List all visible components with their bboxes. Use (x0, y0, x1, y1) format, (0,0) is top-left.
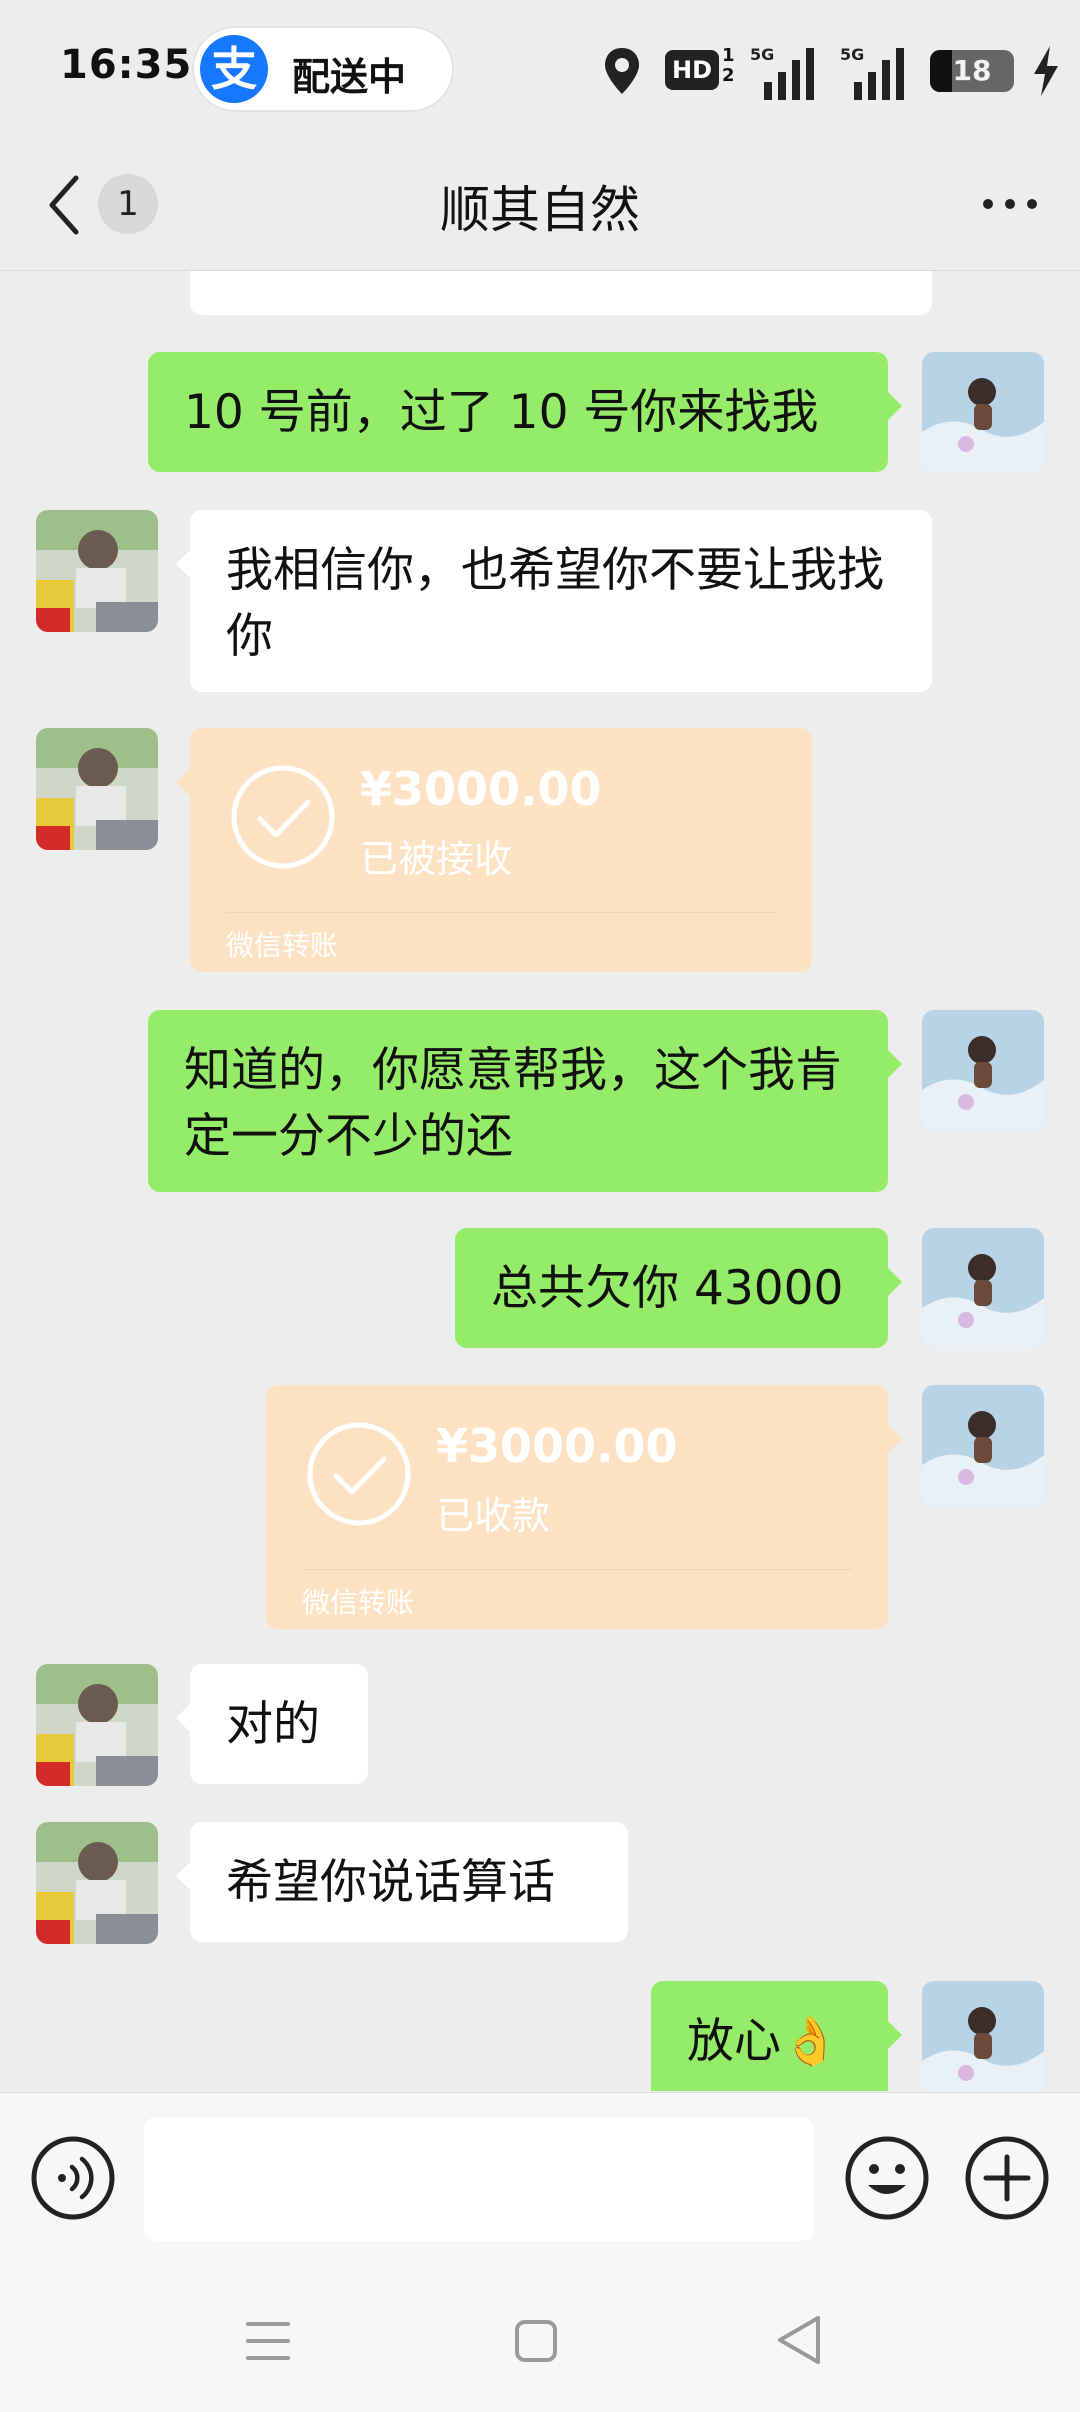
voice-icon[interactable] (30, 2135, 116, 2221)
transfer-card[interactable]: ¥3000.00 已被接收 微信转账 (176, 728, 812, 972)
message-bubble[interactable]: 找我 (190, 271, 932, 315)
my-avatar[interactable] (922, 1385, 1044, 1507)
transfer-divider (302, 1569, 852, 1570)
message-bubble[interactable]: 对的 (176, 1664, 368, 1784)
system-navigation-bar (0, 2272, 1080, 2412)
message-text: 总共欠你 43000 (491, 1261, 844, 1316)
contact-avatar[interactable] (36, 728, 158, 850)
battery-level: 18 (952, 54, 992, 87)
message-text-field[interactable] (144, 2117, 814, 2241)
chat-title: 顺其自然 (440, 181, 640, 239)
message-text: 我相信你，也希望你不要让我找你 (226, 543, 884, 664)
transfer-footer: 微信转账 (226, 929, 339, 962)
status-bar: 16:35 支 配送中 HD 1 2 5G 5G 18 (0, 0, 1080, 140)
location-icon (605, 48, 639, 94)
hd-icon: HD (665, 50, 719, 90)
message-bubble[interactable]: 我相信你，也希望你不要让我找你 (176, 510, 932, 692)
my-avatar[interactable] (922, 1228, 1044, 1350)
transfer-amount: ¥3000.00 (360, 762, 602, 816)
transfer-status: 已被接收 (360, 837, 513, 881)
message-bubble[interactable]: 放心👌 (651, 1981, 902, 2091)
signal-icon-sim1: 5G (750, 45, 814, 100)
message-text: 希望你说话算话 (226, 1855, 555, 1910)
contact-avatar[interactable] (36, 510, 158, 632)
transfer-status: 已收款 (436, 1494, 551, 1538)
delivery-status-text: 配送中 (292, 55, 407, 99)
message-text: 10 号前，过了 10 号你来找我 (184, 385, 819, 440)
message-text: 知道的，你愿意帮我，这个我肯定一分不少的还 (184, 1043, 842, 1164)
my-avatar[interactable] (922, 352, 1044, 474)
plus-icon[interactable] (964, 2135, 1050, 2221)
home-icon[interactable] (512, 2316, 560, 2366)
status-time: 16:35 (60, 42, 193, 88)
hd-sim-bottom: 2 (722, 65, 735, 86)
emoji-icon[interactable] (844, 2135, 930, 2221)
hd-sim-top: 1 (722, 45, 735, 66)
message-bubble[interactable]: 10 号前，过了 10 号你来找我 (148, 352, 902, 472)
message-bubble[interactable]: 希望你说话算话 (176, 1822, 628, 1942)
message-bubble[interactable]: 总共欠你 43000 (455, 1228, 902, 1348)
message-text: 放心👌 (687, 2014, 840, 2069)
contact-avatar[interactable] (36, 1664, 158, 1786)
svg-text:5G: 5G (750, 45, 774, 64)
chat-message-list[interactable]: 找我 10 号前，过了 10 号你来找我 我相信你，也希望你不要让我找你 (0, 271, 1080, 2091)
my-avatar[interactable] (922, 1981, 1044, 2091)
transfer-footer: 微信转账 (302, 1586, 415, 1619)
message-bubble[interactable]: 知道的，你愿意帮我，这个我肯定一分不少的还 (148, 1010, 902, 1192)
hd-sim-label: 1 2 (722, 46, 735, 86)
charging-icon (1034, 46, 1058, 96)
delivery-pill[interactable]: 支 配送中 (192, 26, 454, 112)
more-dots-icon[interactable] (980, 194, 1040, 214)
message-text: 找我 (226, 271, 320, 277)
chat-header: 1 顺其自然 (0, 140, 1080, 271)
my-avatar[interactable] (922, 1010, 1044, 1132)
contact-avatar[interactable] (36, 1822, 158, 1944)
signal-icon-sim2: 5G (840, 45, 904, 100)
check-circle-icon (307, 1422, 411, 1526)
back-triangle-icon[interactable] (772, 2312, 828, 2368)
svg-text:5G: 5G (840, 45, 864, 64)
check-circle-icon (231, 765, 335, 869)
menu-icon[interactable] (244, 2316, 292, 2366)
transfer-divider (226, 912, 776, 913)
message-input-bar (0, 2092, 1080, 2273)
transfer-card[interactable]: ¥3000.00 已收款 微信转账 (266, 1385, 902, 1629)
message-text: 对的 (226, 1697, 320, 1752)
transfer-amount: ¥3000.00 (436, 1419, 678, 1473)
alipay-icon: 支 (200, 35, 268, 103)
battery-icon: 18 (930, 50, 1014, 92)
